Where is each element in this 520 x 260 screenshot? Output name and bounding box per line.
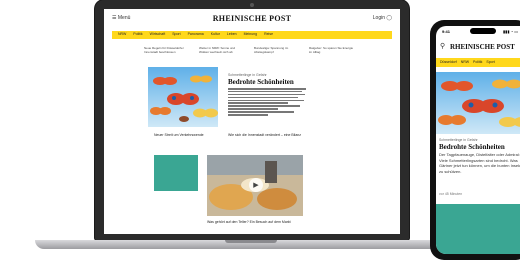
phone-navigation: Düsseldorf NRW Politik Sport [436, 58, 520, 67]
phone-timestamp: vor 45 Minuten [439, 192, 463, 196]
status-time: 9:41 [442, 29, 451, 34]
nav-item[interactable]: Meinung [244, 32, 257, 36]
teaser-link[interactable]: Wetter in NRW: Sonne und Wolken wechseln… [199, 46, 244, 54]
nav-item[interactable]: NRW [118, 32, 126, 36]
laptop-lid: ☰ Menü RHEINISCHE POST Login ◯ NRW Polit… [95, 0, 409, 240]
site-logo[interactable]: RHEINISCHE POST [104, 14, 400, 23]
hero-image-butterflies[interactable] [148, 67, 218, 127]
teaser-row: Neue Regeln für Düsseldorfer Innenstadt … [144, 46, 354, 54]
nav-item[interactable]: Panorama [188, 32, 204, 36]
teaser-link[interactable]: Bundesliga: Spannung im Abstiegskampf [254, 46, 299, 54]
small-story[interactable]: Neuer Streit um Verkehrswende [154, 133, 204, 138]
laptop-screen: ☰ Menü RHEINISCHE POST Login ◯ NRW Polit… [104, 9, 400, 234]
phone-header: ⚲ RHEINISCHE POST [436, 40, 520, 54]
nav-item[interactable]: Sport [172, 32, 180, 36]
hero-kicker: Schmetterlinge in Gefahr [228, 73, 267, 77]
login-button[interactable]: Login ◯ [373, 15, 392, 21]
phone-nav-item[interactable]: NRW [461, 60, 469, 64]
phone-nav-item[interactable]: Politik [473, 60, 482, 64]
small-story[interactable]: Wie sich die Innenstadt verändert – eine… [228, 133, 323, 138]
hero-article[interactable]: Schmetterlinge in Gefahr Bedrohte Schönh… [228, 73, 308, 117]
nav-item[interactable]: Politik [133, 32, 142, 36]
location-pin-icon[interactable]: ⚲ [440, 42, 445, 50]
smartphone: 9:41 ▮▮▮ ◔ ▭ ⚲ RHEINISCHE POST Düsseldor… [430, 20, 520, 260]
phone-title[interactable]: Bedrohte Schönheiten [439, 143, 505, 151]
nav-item[interactable]: Reise [264, 32, 273, 36]
video-caption[interactable]: Was gehört auf den Teller? Ein Besuch au… [207, 220, 317, 225]
nav-item[interactable]: Kultur [211, 32, 220, 36]
phone-logo[interactable]: RHEINISCHE POST [450, 43, 515, 51]
nav-item[interactable]: Wirtschaft [150, 32, 166, 36]
ad-placeholder [154, 155, 198, 191]
laptop-notch [225, 240, 277, 243]
phone-hero-image[interactable] [436, 72, 520, 134]
site-header: ☰ Menü RHEINISCHE POST Login ◯ [104, 9, 400, 29]
main-navigation: NRW Politik Wirtschaft Sport Panorama Ku… [112, 31, 392, 39]
phone-screen: 9:41 ▮▮▮ ◔ ▭ ⚲ RHEINISCHE POST Düsseldor… [436, 26, 520, 254]
hero-title[interactable]: Bedrohte Schönheiten [228, 78, 308, 86]
phone-nav-item[interactable]: Sport [486, 60, 494, 64]
phone-kicker: Schmetterlinge in Gefahr [439, 138, 478, 142]
hero-body [228, 88, 308, 116]
dynamic-island [470, 28, 496, 34]
phone-nav-item[interactable]: Düsseldorf [440, 60, 457, 64]
camera-icon [250, 3, 254, 7]
teaser-link[interactable]: Ratgeber: So sparen Sie Energie im Allta… [309, 46, 354, 54]
teaser-link[interactable]: Neue Regeln für Düsseldorfer Innenstadt … [144, 46, 189, 54]
play-icon[interactable]: ▶ [249, 178, 263, 192]
phone-ad-placeholder [436, 204, 520, 254]
video-thumbnail-food[interactable]: ▶ [207, 155, 303, 216]
nav-item[interactable]: Leben [227, 32, 237, 36]
status-icons: ▮▮▮ ◔ ▭ [502, 29, 518, 34]
phone-article-body: Der Tagpfauenauge, Distelfalter oder Adm… [439, 152, 520, 174]
